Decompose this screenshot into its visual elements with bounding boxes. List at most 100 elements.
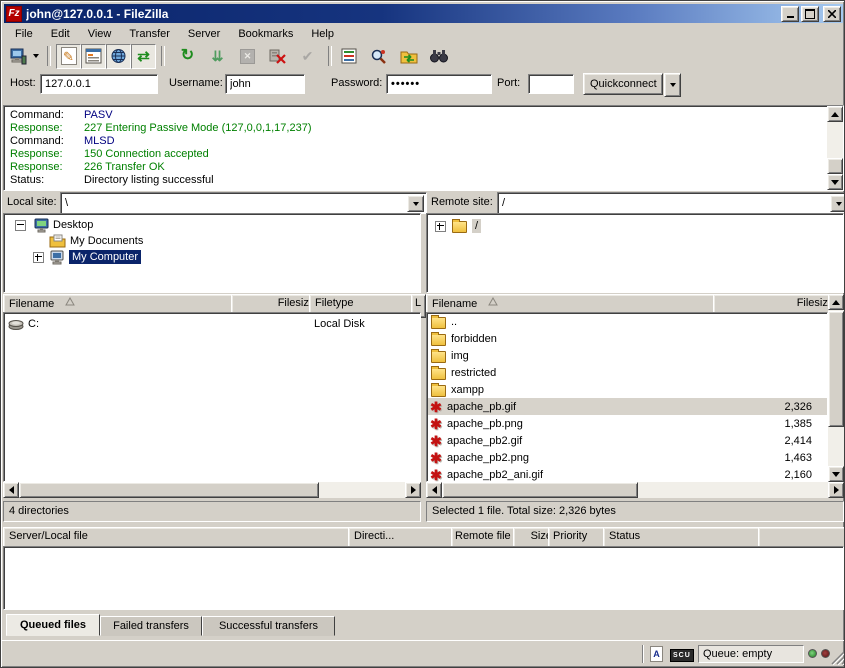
toggle-queue-view-button[interactable]: ⇄: [131, 44, 156, 69]
window-title: john@127.0.0.1 - FileZilla: [26, 7, 781, 21]
folder-icon: [431, 334, 446, 346]
tree-item-desktop[interactable]: Desktop: [4, 217, 420, 233]
scroll-thumb[interactable]: [19, 482, 319, 498]
dropdown-arrow-icon: [836, 202, 842, 206]
file-row[interactable]: img: [428, 347, 827, 364]
file-row[interactable]: ..: [428, 313, 827, 330]
site-manager-button[interactable]: [6, 45, 29, 68]
toggle-message-log-button[interactable]: ✎: [56, 44, 81, 69]
tree-item-my-documents[interactable]: My Documents: [4, 233, 420, 249]
file-row[interactable]: xampp: [428, 381, 827, 398]
tab-failed-transfers[interactable]: Failed transfers: [100, 616, 202, 636]
remote-site-combo[interactable]: /: [497, 192, 845, 214]
scroll-left-button[interactable]: [3, 482, 19, 498]
local-tree-icon: [85, 48, 102, 64]
remote-tree: /: [426, 213, 844, 293]
filter-button[interactable]: [337, 45, 360, 68]
username-input[interactable]: [225, 74, 305, 94]
find-files-button[interactable]: [427, 45, 450, 68]
file-name: forbidden: [451, 333, 497, 345]
file-row-selected[interactable]: ✱apache_pb.gif 2,326: [428, 398, 827, 415]
port-input[interactable]: [528, 74, 574, 94]
collapse-expander-icon[interactable]: [15, 220, 26, 231]
file-size: 2,160: [738, 469, 812, 481]
tree-item-my-computer[interactable]: My Computer: [4, 249, 420, 265]
directory-comparison-button[interactable]: [367, 45, 390, 68]
remote-site-dropdown-button[interactable]: [830, 195, 845, 212]
remote-hscrollbar[interactable]: [426, 482, 844, 498]
tree-item-label: Desktop: [53, 219, 93, 231]
statusbar-separator: [642, 645, 644, 663]
image-file-icon: ✱: [428, 468, 444, 482]
process-queue-button[interactable]: ⇊: [206, 45, 229, 68]
file-row[interactable]: ✱apache_pb2_ani.gif 2,160: [428, 466, 827, 483]
scroll-thumb[interactable]: [827, 158, 843, 174]
menu-server[interactable]: Server: [179, 26, 229, 42]
expand-expander-icon[interactable]: [435, 221, 446, 232]
quickconnect-button[interactable]: Quickconnect: [583, 73, 663, 95]
log-scrollbar[interactable]: [827, 106, 843, 190]
scroll-thumb[interactable]: [828, 311, 844, 427]
tree-item-label: /: [472, 219, 481, 233]
file-row[interactable]: ✱apache_pb2.png 1,463: [428, 449, 827, 466]
scroll-up-icon: [832, 300, 840, 305]
toggle-local-tree-button[interactable]: [81, 44, 106, 69]
toggle-remote-tree-button[interactable]: [106, 44, 131, 69]
menu-view[interactable]: View: [79, 26, 121, 42]
menu-help[interactable]: Help: [302, 26, 343, 42]
minimize-button[interactable]: [781, 6, 799, 22]
cancel-operation-button[interactable]: ✕: [236, 45, 259, 68]
tree-item-root[interactable]: /: [427, 218, 843, 234]
local-file-list: Filename Filesize Filetype L C: Local Di…: [3, 294, 421, 500]
scroll-up-button[interactable]: [828, 294, 844, 310]
username-label: Username:: [169, 77, 223, 89]
menu-transfer[interactable]: Transfer: [120, 26, 179, 42]
scroll-down-button[interactable]: [828, 466, 844, 482]
refresh-button[interactable]: ↻: [176, 45, 199, 68]
local-site-combo[interactable]: \: [60, 192, 427, 214]
reconnect-button[interactable]: ✔: [296, 45, 319, 68]
host-input[interactable]: [40, 74, 158, 94]
file-size: 2,326: [738, 401, 812, 413]
menu-file[interactable]: File: [6, 26, 42, 42]
scroll-right-button[interactable]: [828, 482, 844, 498]
site-manager-dropdown-button[interactable]: [29, 45, 42, 68]
scroll-left-icon: [9, 486, 14, 494]
file-row[interactable]: ✱apache_pb.png 1,385: [428, 415, 827, 432]
local-site-dropdown-button[interactable]: [407, 195, 424, 212]
toolbar-separator: [328, 46, 332, 66]
expand-expander-icon[interactable]: [33, 252, 44, 263]
quickconnect-dropdown-button[interactable]: [664, 73, 681, 97]
tab-queued-files[interactable]: Queued files: [6, 614, 100, 636]
disconnect-button[interactable]: [266, 45, 289, 68]
toolbar-separator: [161, 46, 165, 66]
title-bar[interactable]: Fz john@127.0.0.1 - FileZilla: [4, 4, 843, 23]
scroll-left-button[interactable]: [426, 482, 442, 498]
synchronized-browsing-button[interactable]: [397, 45, 420, 68]
file-row[interactable]: forbidden: [428, 330, 827, 347]
image-file-icon: ✱: [428, 451, 444, 465]
scroll-down-button[interactable]: [827, 174, 843, 190]
password-label: Password:: [331, 77, 382, 89]
file-row[interactable]: restricted: [428, 364, 827, 381]
menu-bookmarks[interactable]: Bookmarks: [229, 26, 302, 42]
file-size: 1,385: [738, 418, 812, 430]
resize-grip[interactable]: [831, 651, 845, 665]
scroll-right-button[interactable]: [405, 482, 421, 498]
tree-item-label: My Computer: [69, 250, 141, 264]
remote-vscrollbar[interactable]: [828, 294, 844, 482]
file-row[interactable]: ✱apache_pb2.gif 2,414: [428, 432, 827, 449]
file-name: restricted: [451, 367, 496, 379]
scroll-up-button[interactable]: [827, 106, 843, 122]
remote-file-list-body: .. forbidden img restricted xampp ✱apach…: [426, 312, 828, 482]
maximize-button[interactable]: [801, 6, 819, 22]
scroll-thumb[interactable]: [442, 482, 638, 498]
queue-list-body: [3, 546, 844, 610]
menu-edit[interactable]: Edit: [42, 26, 79, 42]
close-button[interactable]: [823, 6, 841, 22]
tab-successful-transfers[interactable]: Successful transfers: [202, 616, 335, 636]
local-hscrollbar[interactable]: [3, 482, 421, 498]
queue-view-icon: ⇄: [137, 49, 150, 64]
file-row-c-drive[interactable]: C: Local Disk: [6, 315, 420, 332]
password-input[interactable]: [386, 74, 492, 94]
